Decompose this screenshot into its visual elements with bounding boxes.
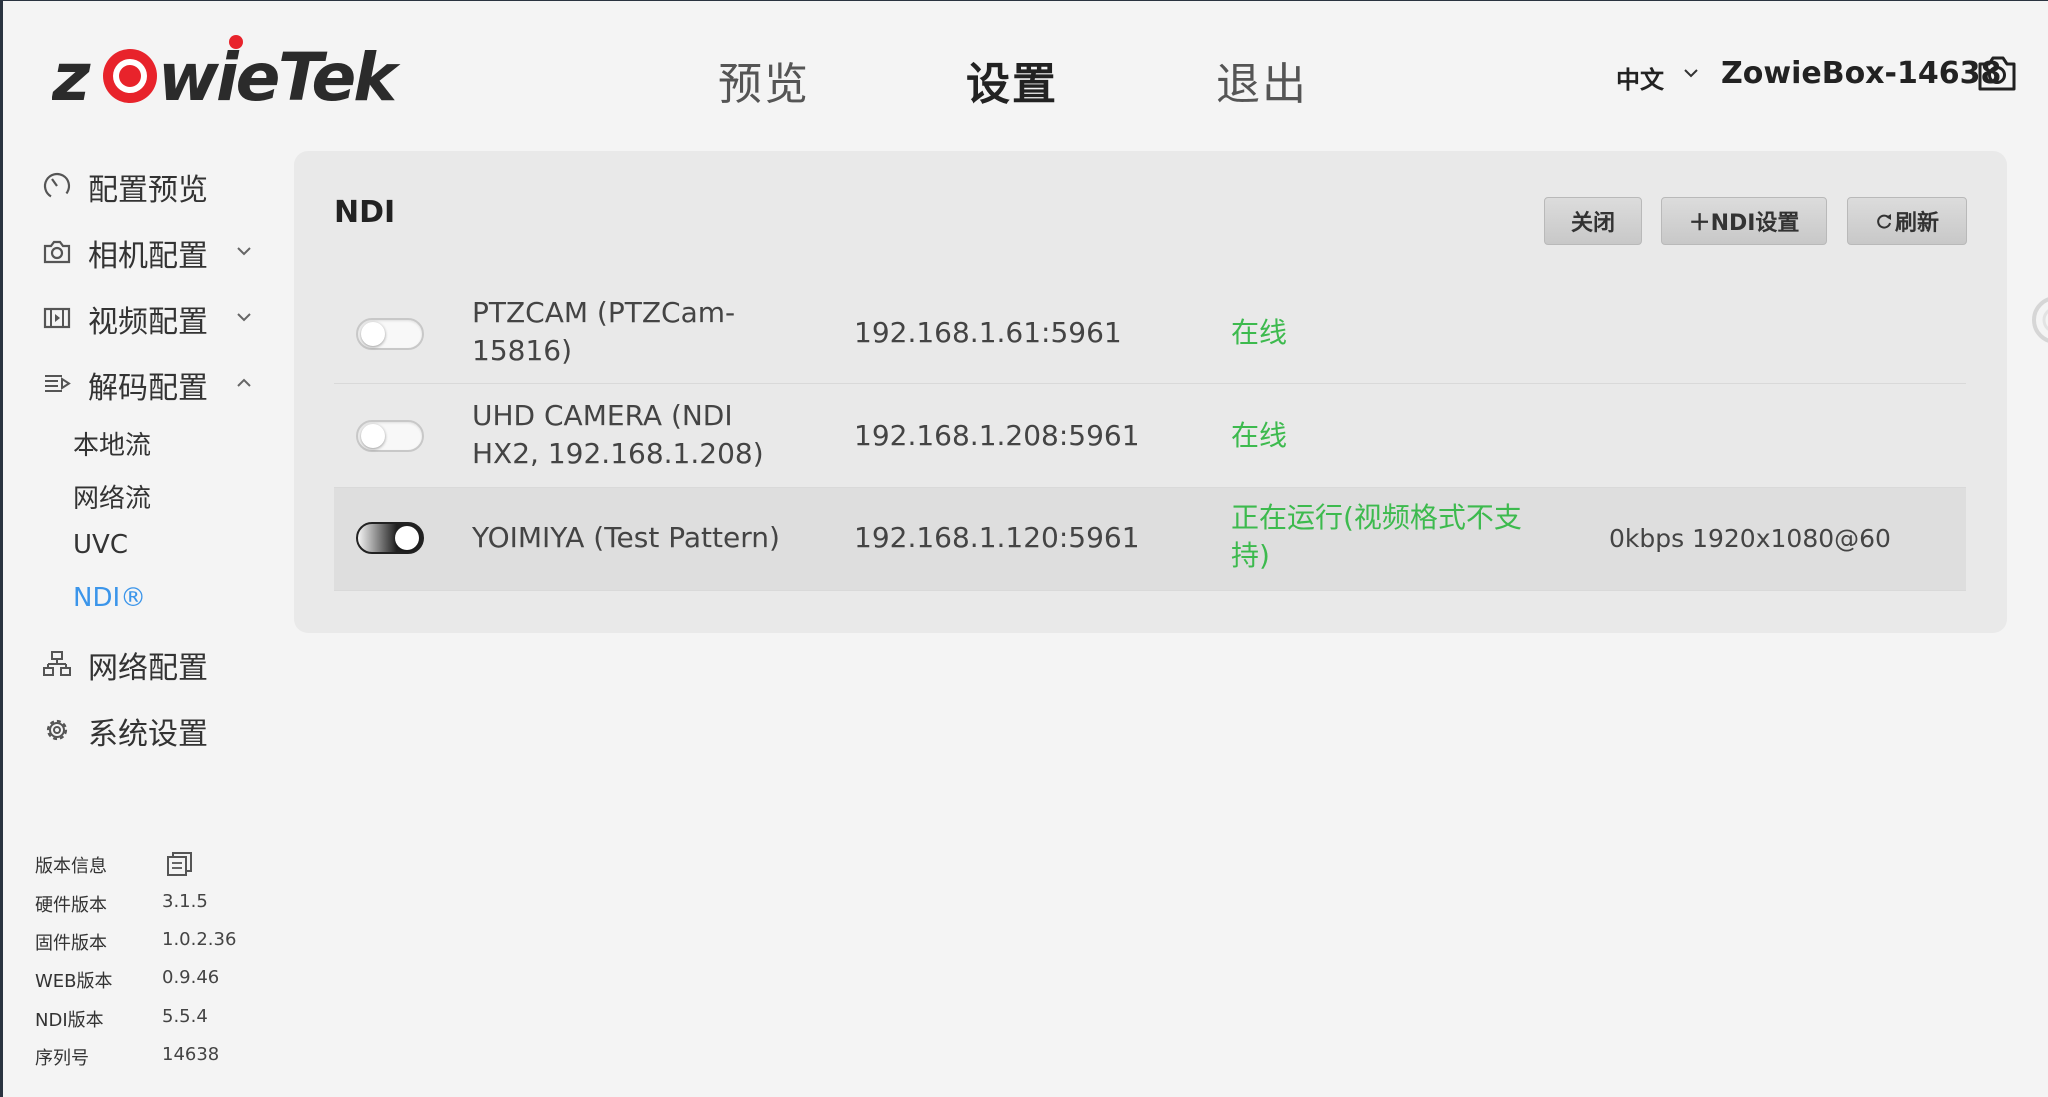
toggle-knob xyxy=(361,322,385,346)
source-status: 正在运行(视频格式不支 持) xyxy=(1231,499,1561,575)
camera-icon[interactable] xyxy=(1976,54,2018,92)
source-enable-toggle[interactable] xyxy=(356,522,424,554)
source-name-line2: HX2, 192.168.1.208) xyxy=(472,437,764,470)
sidebar-item-label: 解码配置 xyxy=(88,371,208,406)
source-name: UHD CAMERA (NDI HX2, 192.168.1.208) xyxy=(472,397,772,473)
version-value: 14638 xyxy=(162,1044,220,1065)
version-key: WEB版本 xyxy=(35,971,113,992)
camera-icon xyxy=(43,240,71,264)
chevron-down-icon xyxy=(237,313,251,322)
refresh-label: 刷新 xyxy=(1894,211,1939,236)
source-name: YOIMIYA (Test Pattern) xyxy=(472,521,780,554)
sidebar-item-system-settings[interactable]: 系统设置 xyxy=(42,703,262,753)
source-name-line2: 15816) xyxy=(472,334,572,367)
source-name-line1: UHD CAMERA (NDI xyxy=(472,399,733,432)
version-key: 序列号 xyxy=(35,1048,89,1069)
floating-assistant-icon[interactable] xyxy=(2026,295,2048,345)
sidebar-sub-network-stream[interactable]: 网络流 xyxy=(73,478,151,515)
sidebar-sub-ndi[interactable]: NDI® xyxy=(73,583,146,613)
sidebar-item-label: 系统设置 xyxy=(88,717,208,752)
nav-settings[interactable]: 设置 xyxy=(966,48,1058,112)
device-name: ZowieBox-14638 xyxy=(1721,56,2002,91)
ndi-source-row: PTZCAM (PTZCam- 15816) 192.168.1.61:5961… xyxy=(334,284,1966,384)
chevron-down-icon[interactable] xyxy=(1680,62,1702,84)
version-key: NDI版本 xyxy=(35,1010,104,1031)
sidebar-item-label: 网络配置 xyxy=(88,651,208,686)
source-name: PTZCAM (PTZCam- 15816) xyxy=(472,294,772,370)
sidebar-item-video-config[interactable]: 视频配置 xyxy=(42,291,262,341)
svg-text:z: z xyxy=(52,39,91,114)
nav-preview[interactable]: 预览 xyxy=(718,48,810,112)
version-value: 1.0.2.36 xyxy=(162,929,237,950)
gauge-icon xyxy=(43,172,71,200)
zowietek-logo: z wie Tek xyxy=(52,35,402,114)
sidebar-sub-local-stream[interactable]: 本地流 xyxy=(73,425,151,462)
nav-logout[interactable]: 退出 xyxy=(1216,48,1308,112)
sidebar-item-decode-config[interactable]: 解码配置 xyxy=(42,357,262,407)
source-enable-toggle[interactable] xyxy=(356,318,424,350)
window-top-edge xyxy=(0,0,2048,1)
source-status: 在线 xyxy=(1231,419,1288,452)
ndi-source-row: UHD CAMERA (NDI HX2, 192.168.1.208) 192.… xyxy=(334,384,1966,488)
version-key: 固件版本 xyxy=(35,933,107,954)
version-value: 5.5.4 xyxy=(162,1006,208,1027)
source-status: 在线 xyxy=(1231,316,1288,349)
source-status-line2: 持) xyxy=(1231,539,1270,572)
close-button[interactable]: 关闭 xyxy=(1544,197,1642,245)
source-status-line1: 正在运行(视频格式不支 xyxy=(1231,501,1522,534)
sidebar-item-label: 视频配置 xyxy=(88,305,208,340)
network-icon xyxy=(43,651,71,676)
sidebar-item-label: 相机配置 xyxy=(88,239,208,274)
panel-title: NDI xyxy=(334,195,396,230)
decode-icon xyxy=(45,375,71,392)
source-name-line1: PTZCAM (PTZCam- xyxy=(472,296,736,329)
toggle-knob xyxy=(361,424,385,448)
film-icon xyxy=(43,307,71,329)
source-ip: 192.168.1.208:5961 xyxy=(854,419,1140,452)
language-select[interactable]: 中文 xyxy=(1616,60,1664,95)
source-ip: 192.168.1.120:5961 xyxy=(854,521,1140,554)
window-left-edge xyxy=(0,0,3,1097)
toggle-knob xyxy=(395,526,419,550)
svg-text:wie: wie xyxy=(158,39,279,114)
sidebar-item-config-preview[interactable]: 配置预览 xyxy=(42,159,262,209)
source-stream-info: 0kbps 1920x1080@60 xyxy=(1609,524,1891,553)
sidebar-sub-uvc[interactable]: UVC xyxy=(73,530,128,560)
chevron-up-icon xyxy=(237,378,251,387)
svg-text:Tek: Tek xyxy=(278,39,401,114)
copy-icon[interactable] xyxy=(165,850,195,878)
gear-icon xyxy=(46,719,68,741)
source-enable-toggle[interactable] xyxy=(356,420,424,452)
version-value: 3.1.5 xyxy=(162,891,208,912)
version-info-label: 版本信息 xyxy=(35,856,107,877)
ndi-settings-button[interactable]: ＋NDI设置 xyxy=(1661,197,1827,245)
refresh-icon xyxy=(1877,214,1891,229)
sidebar-item-camera-config[interactable]: 相机配置 xyxy=(42,225,262,275)
ndi-source-row: YOIMIYA (Test Pattern) 192.168.1.120:596… xyxy=(334,488,1966,591)
source-ip: 192.168.1.61:5961 xyxy=(854,316,1122,349)
chevron-down-icon xyxy=(237,247,251,256)
ndi-panel: NDI 关闭 ＋NDI设置 刷新 PTZCAM (PTZCam- 15816) … xyxy=(294,151,2007,633)
version-value: 0.9.46 xyxy=(162,967,220,988)
sidebar-item-network-config[interactable]: 网络配置 xyxy=(42,637,262,687)
refresh-button[interactable]: 刷新 xyxy=(1847,197,1967,245)
version-key: 硬件版本 xyxy=(35,895,107,916)
sidebar-item-label: 配置预览 xyxy=(88,173,208,208)
